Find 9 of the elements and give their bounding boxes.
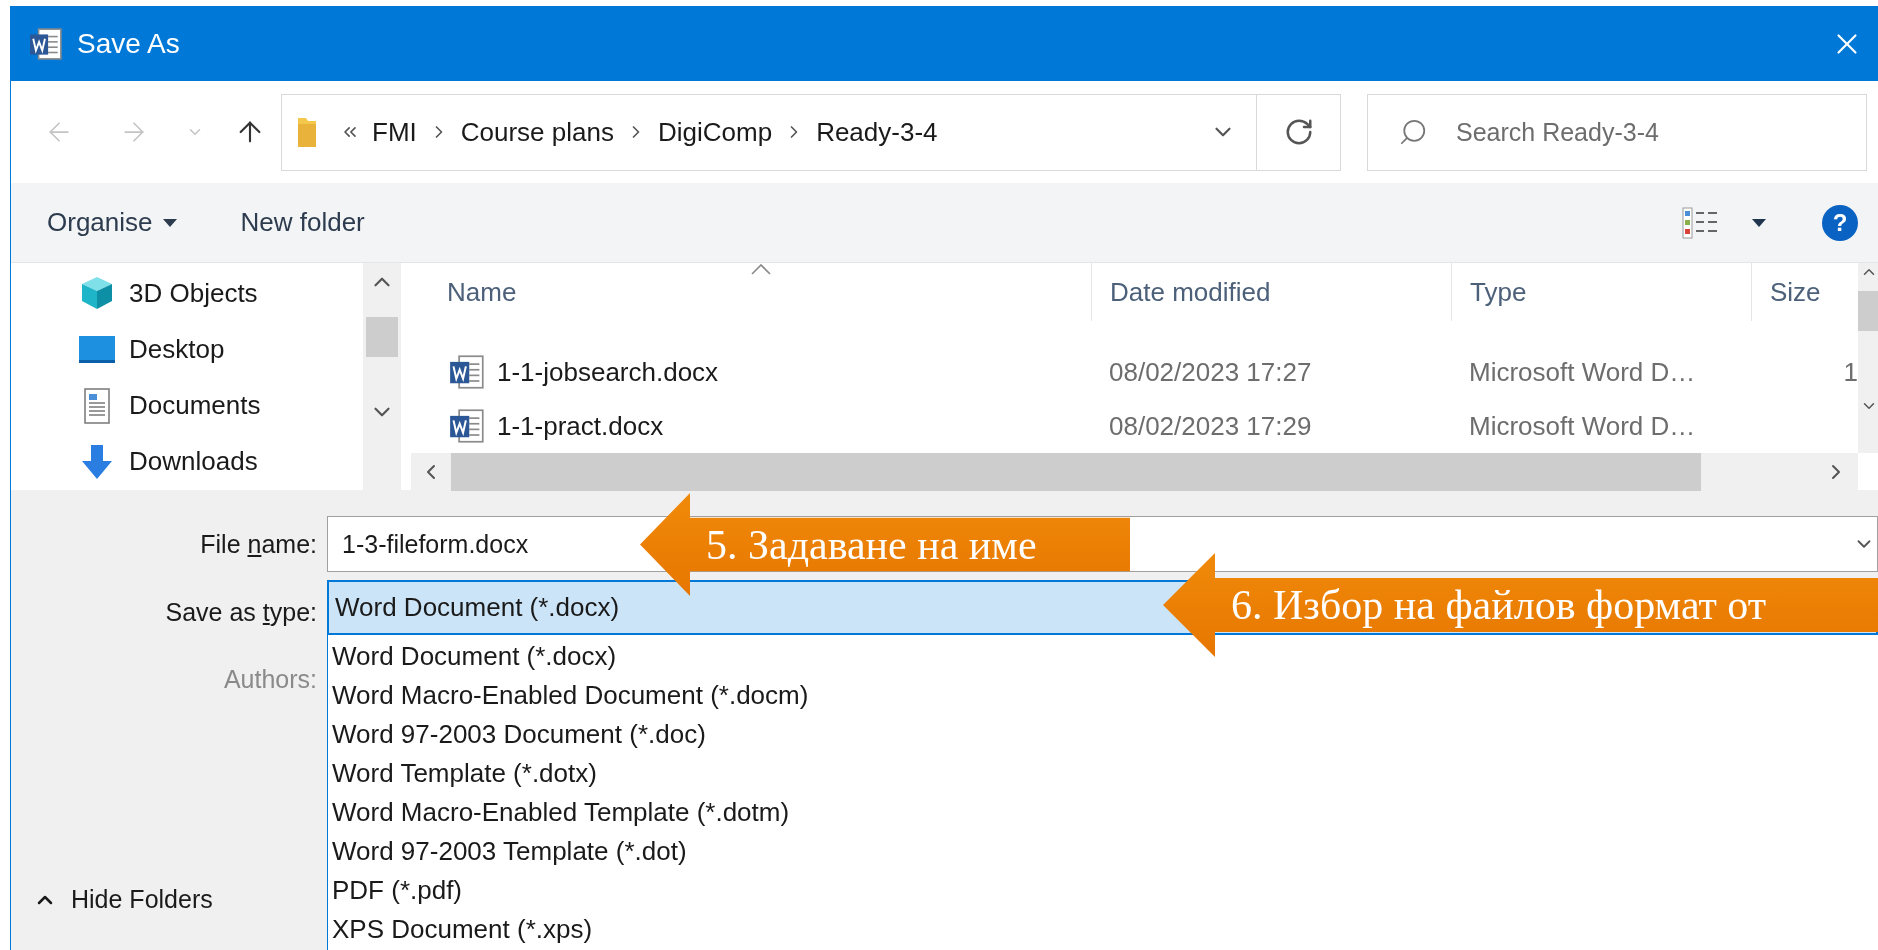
date-cell-text: 08/02/2023 17:27 xyxy=(1108,356,1312,388)
date-cell-text: 08/02/2023 17:29 xyxy=(1108,410,1312,442)
authors-label: Authors: xyxy=(223,663,317,695)
type-cell-text: Microsoft Word D… xyxy=(1468,410,1696,442)
window-title: Save As xyxy=(77,27,181,60)
file-name-label: File name: xyxy=(200,528,317,560)
size-cell: 1 xyxy=(1843,356,1858,388)
type-cell-text: Microsoft Word D… xyxy=(1468,356,1696,388)
save-type-label: Save as type: xyxy=(165,597,317,628)
